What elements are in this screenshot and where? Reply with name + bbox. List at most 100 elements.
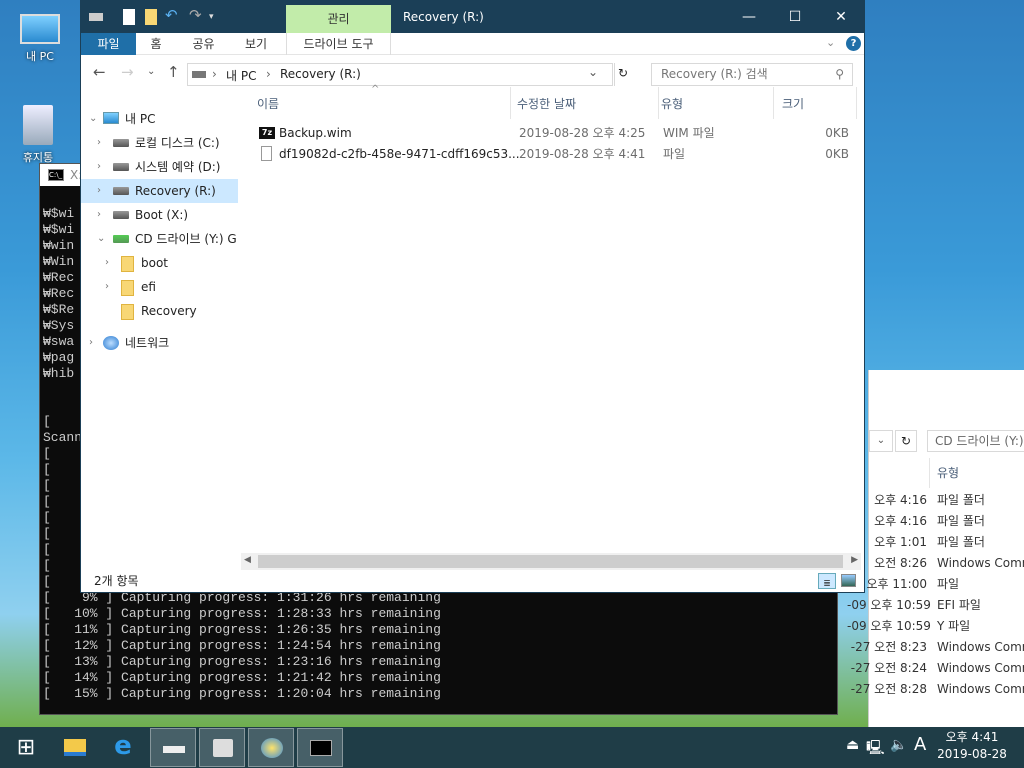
- address-dropdown-icon[interactable]: ⌄: [588, 65, 598, 79]
- properties-icon[interactable]: [123, 9, 135, 25]
- scrollbar-thumb[interactable]: [258, 555, 843, 568]
- row-type[interactable]: EFI 파일: [937, 595, 981, 616]
- maximize-button[interactable]: ☐: [772, 1, 818, 33]
- network-icon[interactable]: 🖳: [866, 737, 885, 761]
- desktop-icon-recycle-bin[interactable]: 휴지통: [8, 105, 68, 165]
- recycle-bin-icon: [23, 105, 53, 145]
- new-folder-icon[interactable]: [145, 9, 157, 25]
- background-explorer-window[interactable]: ⌄ ↻ CD 드라이브 (Y:) 유형 오후 4:16 파일 폴더 오후 4:16 파…: [847, 370, 1024, 727]
- large-icons-view-icon[interactable]: [841, 574, 856, 587]
- row-date[interactable]: -27 오전 8:24: [847, 658, 927, 679]
- chevron-right-icon[interactable]: ›: [97, 155, 101, 179]
- row-date[interactable]: -27 오전 8:28: [847, 679, 927, 700]
- back-button[interactable]: ←: [93, 63, 106, 81]
- console-line: [ 13% ] Capturing progress: 1:23:16 hrs …: [43, 654, 441, 669]
- usb-eject-icon[interactable]: ⏏: [846, 737, 859, 753]
- volume-icon[interactable]: 🔈: [890, 737, 907, 753]
- address-dropdown[interactable]: ⌄: [869, 430, 893, 452]
- explorer-window-taskbar-button[interactable]: [150, 728, 196, 767]
- tab-drive-tools[interactable]: 드라이브 도구: [286, 33, 391, 55]
- tree-item[interactable]: › 시스템 예약 (D:): [81, 155, 238, 179]
- context-tab-manage[interactable]: 관리: [286, 5, 391, 33]
- item-count: 2개 항목: [94, 574, 139, 588]
- clock[interactable]: 오후 4:41 2019-08-28: [936, 729, 1008, 763]
- row-type[interactable]: 파일 폴더: [937, 490, 985, 511]
- row-type[interactable]: 파일 폴더: [937, 511, 985, 532]
- tree-item[interactable]: ⌄ 내 PC: [81, 107, 238, 131]
- row-type[interactable]: 파일: [937, 574, 959, 595]
- minimize-button[interactable]: —: [726, 1, 772, 33]
- chevron-down-icon[interactable]: ⌄: [89, 107, 97, 131]
- undo-icon[interactable]: ↶: [165, 6, 178, 24]
- tab-file[interactable]: 파일: [81, 33, 136, 55]
- column-header-date[interactable]: 수정한 날짜: [517, 87, 659, 119]
- tab-share[interactable]: 공유: [181, 33, 226, 55]
- column-header-type[interactable]: 유형: [929, 458, 959, 488]
- file-row[interactable]: 7z Backup.wim 2019-08-28 오후 4:25 WIM 파일 0KB: [256, 123, 856, 143]
- chevron-right-icon[interactable]: ›: [105, 275, 109, 299]
- tree-item[interactable]: › 로컬 디스크 (C:): [81, 131, 238, 155]
- refresh-icon[interactable]: ↻: [895, 430, 917, 452]
- tab-view[interactable]: 보기: [231, 33, 281, 55]
- chevron-right-icon[interactable]: ›: [97, 131, 101, 155]
- details-view-icon[interactable]: ≣: [818, 573, 836, 589]
- horizontal-scrollbar[interactable]: ◀ ▶: [241, 553, 861, 570]
- row-type[interactable]: 파일 폴더: [937, 532, 985, 553]
- row-date[interactable]: -09 오후 10:59: [847, 595, 931, 616]
- column-header-type[interactable]: 유형: [661, 87, 774, 119]
- breadcrumb-recovery[interactable]: Recovery (R:): [280, 67, 361, 81]
- row-type[interactable]: Windows Comm: [937, 658, 1024, 679]
- ime-indicator[interactable]: A: [914, 734, 926, 755]
- scroll-left-icon[interactable]: ◀: [244, 555, 251, 565]
- tree-item[interactable]: › boot: [81, 251, 238, 275]
- console-taskbar-button[interactable]: [297, 728, 343, 767]
- chevron-right-icon[interactable]: ›: [89, 331, 93, 355]
- search-input[interactable]: CD 드라이브 (Y:): [927, 430, 1024, 452]
- file-row[interactable]: df19082d-c2fb-458e-9471-cdff169c53... 201…: [256, 144, 856, 164]
- windows-drive-icon: [113, 211, 129, 219]
- app-taskbar-button[interactable]: [248, 728, 294, 767]
- row-type[interactable]: Windows Comm: [937, 553, 1024, 574]
- tree-item[interactable]: › efi: [81, 275, 238, 299]
- internet-explorer-icon[interactable]: e: [100, 728, 146, 767]
- row-type[interactable]: Windows Comm: [937, 637, 1024, 658]
- forward-button[interactable]: →: [121, 63, 134, 81]
- drive-tool-taskbar-button[interactable]: [199, 728, 245, 767]
- close-button[interactable]: ✕: [818, 1, 864, 33]
- scroll-right-icon[interactable]: ▶: [851, 555, 858, 565]
- tree-item[interactable]: › Recovery (R:): [81, 179, 238, 203]
- help-icon[interactable]: ?: [846, 36, 861, 51]
- drive-icon: [89, 13, 103, 21]
- breadcrumb-my-pc[interactable]: 내 PC: [226, 67, 256, 84]
- chevron-right-icon[interactable]: ›: [97, 179, 101, 203]
- address-bar[interactable]: › 내 PC › Recovery (R:) ⌄ ↻: [187, 63, 628, 86]
- column-header-size[interactable]: 크기: [782, 87, 857, 119]
- row-date[interactable]: -09 오후 10:59: [847, 616, 931, 637]
- tree-item[interactable]: › Boot (X:): [81, 203, 238, 227]
- refresh-icon[interactable]: ↻: [614, 63, 631, 86]
- title-bar[interactable]: ↶ ↷ ▾ 관리 Recovery (R:) — ☐ ✕: [81, 1, 864, 33]
- explorer-window[interactable]: ↶ ↷ ▾ 관리 Recovery (R:) — ☐ ✕ 파일 홈 공유 보기 …: [80, 0, 865, 593]
- tree-item[interactable]: Recovery: [81, 299, 238, 323]
- recent-locations-icon[interactable]: ⌄: [147, 66, 155, 77]
- chevron-right-icon[interactable]: ›: [97, 203, 101, 227]
- redo-icon[interactable]: ↷: [189, 6, 202, 24]
- tree-item[interactable]: › 네트워크: [81, 331, 238, 355]
- column-header-name[interactable]: 이름: [257, 87, 511, 119]
- desktop-icon-my-pc[interactable]: 내 PC: [10, 10, 70, 64]
- expand-ribbon-icon[interactable]: ⌄: [826, 36, 835, 49]
- tab-home[interactable]: 홈: [136, 33, 176, 55]
- search-input[interactable]: Recovery (R:) 검색 ⚲: [651, 63, 853, 86]
- folder-icon: [121, 256, 134, 272]
- start-button[interactable]: ⊞: [3, 728, 49, 767]
- file-explorer-taskbar-button[interactable]: [52, 728, 98, 767]
- row-date[interactable]: -27 오전 8:23: [847, 637, 927, 658]
- customize-toolbar-icon[interactable]: ▾: [209, 12, 214, 28]
- up-button[interactable]: ↑: [167, 63, 180, 81]
- breadcrumb-separator: ›: [212, 67, 217, 81]
- tree-item[interactable]: ⌄ CD 드라이브 (Y:) G: [81, 227, 238, 251]
- row-type[interactable]: Y 파일: [937, 616, 970, 637]
- chevron-down-icon[interactable]: ⌄: [97, 227, 105, 251]
- row-type[interactable]: Windows Comm: [937, 679, 1024, 700]
- chevron-right-icon[interactable]: ›: [105, 251, 109, 275]
